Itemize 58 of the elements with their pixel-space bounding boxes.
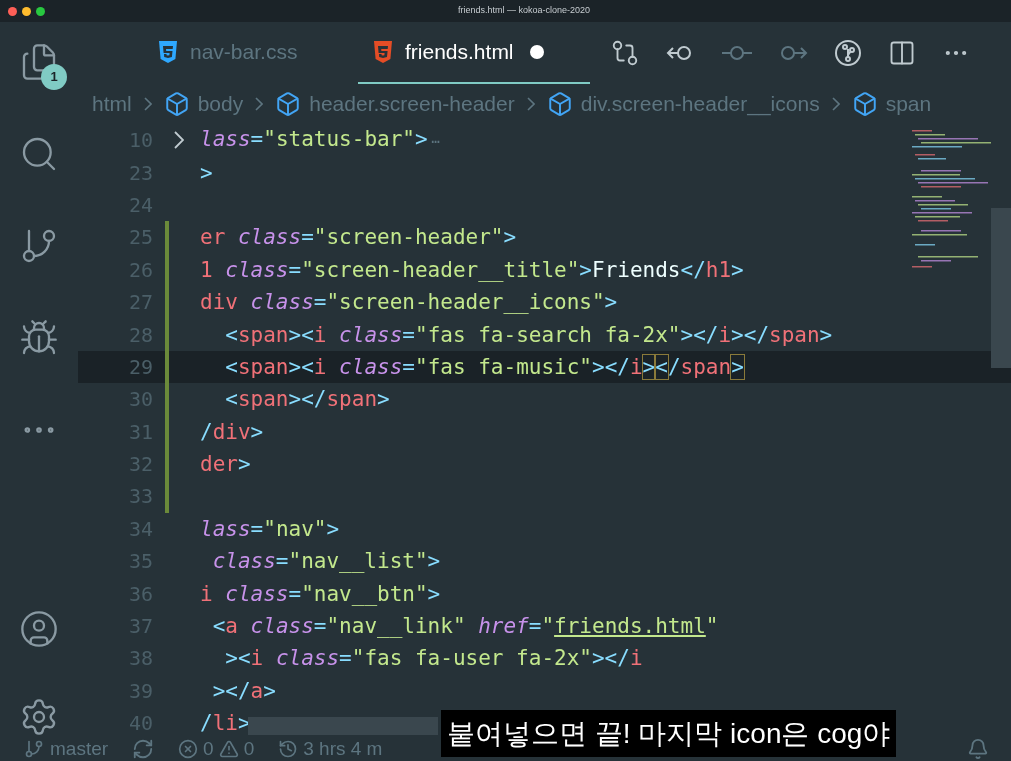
editor-tab[interactable]: friends.html — [358, 22, 590, 84]
element-icon — [546, 91, 573, 117]
breadcrumb-item[interactable]: span — [885, 88, 932, 120]
notification-badge: 1 — [41, 64, 67, 90]
chevron-icon — [143, 97, 152, 111]
error-icon — [178, 739, 199, 759]
vertical-scrollbar[interactable] — [991, 208, 1011, 368]
breadcrumb-item[interactable]: body — [197, 88, 244, 120]
code-text: i class="nav__btn"> — [200, 582, 441, 605]
branch-icon — [24, 739, 44, 759]
warning-count[interactable]: 0 — [243, 734, 255, 761]
code-text: 1 class="screen-header__title">Friends</h1> — [200, 258, 744, 281]
code-text: > — [200, 161, 213, 184]
line-number: 29 — [127, 353, 153, 381]
code-text: er class="screen-header"> — [200, 226, 517, 249]
code-text: <span></span> — [224, 388, 390, 411]
code-text: ><i class="fas fa-user fa-2x"></i — [224, 647, 643, 670]
chevron-icon — [255, 97, 264, 111]
git-graph-icon[interactable] — [834, 39, 862, 67]
history-icon — [278, 739, 299, 759]
code-text: <span><i class="fas fa-search fa-2x"></i></span> — [224, 323, 833, 346]
zoom-window-button[interactable] — [36, 6, 45, 16]
branch-name[interactable]: master — [50, 734, 109, 761]
window-title: friends.html — kokoa-clone-2020 — [456, 4, 592, 18]
breadcrumb-item[interactable]: html — [92, 88, 132, 120]
close-window-button[interactable] — [8, 6, 17, 16]
sync-icon[interactable] — [132, 738, 155, 760]
code-text: der> — [200, 453, 251, 476]
code-text: lass="status-bar"> ⋯ — [200, 128, 441, 153]
code-text: div class="screen-header__icons"> — [200, 291, 618, 314]
minimize-window-button[interactable] — [22, 6, 31, 16]
account-icon[interactable] — [19, 609, 59, 649]
notification-bell-icon[interactable] — [967, 738, 989, 760]
code-text: ></a> — [211, 679, 276, 702]
code-text: lass="nav"> — [200, 517, 340, 540]
breadcrumb-item[interactable]: header.screen-header — [309, 88, 515, 120]
element-icon — [163, 91, 190, 117]
commit-icon[interactable] — [722, 43, 752, 63]
element-icon — [851, 91, 878, 117]
split-editor-icon[interactable] — [888, 39, 916, 67]
compare-changes-icon[interactable] — [610, 38, 640, 68]
element-icon — [275, 91, 302, 117]
css-file-icon — [158, 41, 178, 63]
subtitle-caption: 붙여넣으면 끝! 마지막 icon은 cog야 — [441, 710, 897, 757]
chevron-icon — [526, 97, 535, 111]
warning-icon — [218, 739, 239, 759]
code-text: <span><i class="fas fa-music"></i></span> — [224, 355, 744, 378]
code-text: /div> — [200, 420, 264, 443]
error-count[interactable]: 0 — [203, 734, 214, 761]
code-text: <a class="nav__link" href="friends.html" — [211, 615, 719, 638]
breadcrumb-item[interactable]: div.screen-header__icons — [580, 88, 820, 120]
chevron-icon — [831, 97, 840, 111]
editor-tab[interactable]: nav-bar.css — [143, 22, 358, 84]
time-tracker[interactable]: 3 hrs 4 m — [303, 734, 383, 761]
fold-chevron-icon[interactable] — [174, 131, 184, 150]
html-file-icon — [373, 41, 393, 63]
next-change-icon[interactable] — [778, 43, 808, 63]
code-text: class="nav__list"> — [211, 550, 441, 573]
